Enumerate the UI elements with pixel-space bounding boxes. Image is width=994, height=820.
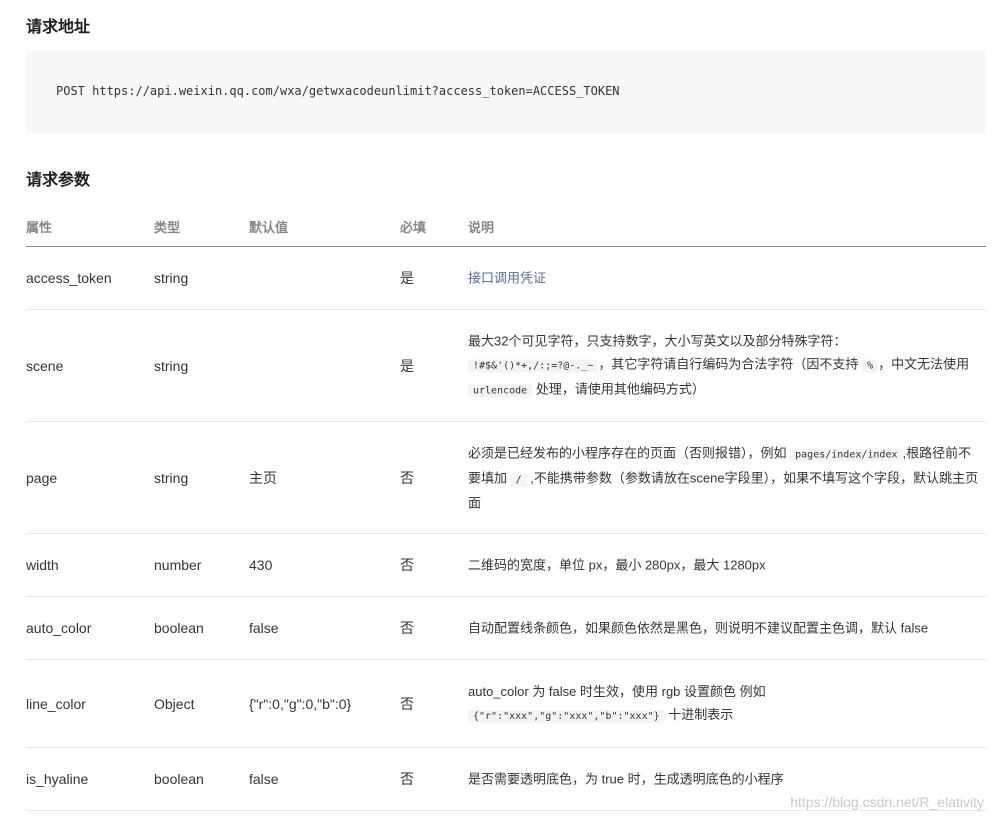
cell-type: string (154, 270, 189, 286)
desc-code: !#$&'()*+,/:;=?@-._~ (468, 359, 599, 372)
cell-attr: is_hyaline (26, 771, 89, 787)
table-header: 属性 类型 默认值 必填 说明 (26, 205, 986, 247)
request-url-code-block: POST https://api.weixin.qq.com/wxa/getwx… (26, 51, 986, 133)
cell-attr: auto_color (26, 620, 92, 636)
desc-text: ,不能携带参数（参数请放在scene字段里），如果不填写这个字段，默认跳主页面 (468, 470, 979, 510)
table-row: width number 430 否 二维码的宽度，单位 px，最小 280px… (26, 534, 986, 597)
cell-default: 主页 (249, 469, 277, 486)
cell-attr: page (26, 469, 58, 486)
cell-desc: 自动配置线条颜色，如果颜色依然是黑色，则说明不建议配置主色调，默认 false (468, 620, 929, 636)
desc-code: {"r":"xxx","g":"xxx","b":"xxx"} (468, 709, 665, 723)
cell-attr: access_token (26, 270, 112, 286)
header-attr: 属性 (26, 220, 53, 235)
cell-desc-link[interactable]: 接口调用凭证 (468, 267, 983, 290)
cell-desc: 必须是已经发布的小程序存在的页面（否则报错），例如 pages/index/in… (468, 441, 983, 514)
cell-attr: width (26, 557, 59, 573)
desc-text: auto_color 为 false 时生效，使用 rgb 设置颜色 例如 (468, 683, 766, 699)
desc-text: ，中文无法使用 (878, 356, 970, 371)
cell-type: string (154, 469, 189, 486)
cell-type: Object (154, 695, 195, 712)
cell-type: number (154, 557, 202, 573)
desc-code: % (862, 359, 879, 372)
desc-text: 必须是已经发布的小程序存在的页面（否则报错），例如 (468, 445, 787, 460)
cell-default: false (249, 620, 279, 636)
desc-code: / (510, 473, 527, 486)
cell-required: 是 (400, 357, 414, 374)
cell-desc: 二维码的宽度，单位 px，最小 280px，最大 1280px (468, 557, 766, 573)
header-desc: 说明 (468, 220, 495, 235)
section-title-request-params: 请求参数 (26, 172, 91, 189)
cell-required: 否 (400, 695, 414, 712)
watermark: https://blog.csdn.net/R_elativity (790, 794, 984, 810)
cell-required: 否 (400, 620, 414, 636)
desc-code: pages/index/index (790, 448, 903, 461)
cell-required: 否 (400, 469, 414, 486)
desc-code: urlencode (468, 384, 533, 397)
cell-default: false (249, 771, 279, 787)
desc-text: 最大32个可见字符，只支持数字，大小写英文以及部分特殊字符： (468, 333, 847, 348)
cell-required: 否 (400, 771, 414, 787)
header-type: 类型 (154, 220, 181, 235)
desc-text: ，其它字符请自行编码为合法字符（因不支持 (598, 356, 859, 371)
section-title-request-url: 请求地址 (26, 19, 91, 36)
cell-desc: 是否需要透明底色，为 true 时，生成透明底色的小程序 (468, 771, 784, 787)
cell-type: string (154, 357, 189, 374)
table-row: scene string 是 最大32个可见字符，只支持数字，大小写英文以及部分… (26, 310, 986, 422)
cell-desc: auto_color 为 false 时生效，使用 rgb 设置颜色 例如 {"r… (468, 680, 983, 728)
request-url-code: POST https://api.weixin.qq.com/wxa/getwx… (56, 84, 620, 98)
cell-required: 是 (400, 270, 414, 286)
desc-text: 处理，请使用其他编码方式） (535, 381, 705, 396)
table-row: line_color Object {"r":0,"g":0,"b":0} 否 … (26, 660, 986, 748)
table-row: access_token string 是 接口调用凭证 (26, 247, 986, 310)
cell-required: 否 (400, 557, 414, 573)
params-table: 属性 类型 默认值 必填 说明 access_token string 是 接口… (26, 205, 986, 811)
cell-default: {"r":0,"g":0,"b":0} (249, 695, 352, 712)
desc-text: 十进制表示 (668, 706, 734, 722)
header-default: 默认值 (249, 220, 289, 235)
cell-attr: line_color (26, 695, 86, 712)
cell-type: boolean (154, 771, 204, 787)
cell-attr: scene (26, 357, 64, 374)
cell-type: boolean (154, 620, 204, 636)
cell-desc: 最大32个可见字符，只支持数字，大小写英文以及部分特殊字符： !#$&'()*+,… (468, 329, 983, 402)
cell-default: 430 (249, 557, 273, 573)
table-row: auto_color boolean false 否 自动配置线条颜色，如果颜色… (26, 597, 986, 660)
header-required: 必填 (400, 220, 427, 235)
table-row: page string 主页 否 必须是已经发布的小程序存在的页面（否则报错），… (26, 422, 986, 534)
